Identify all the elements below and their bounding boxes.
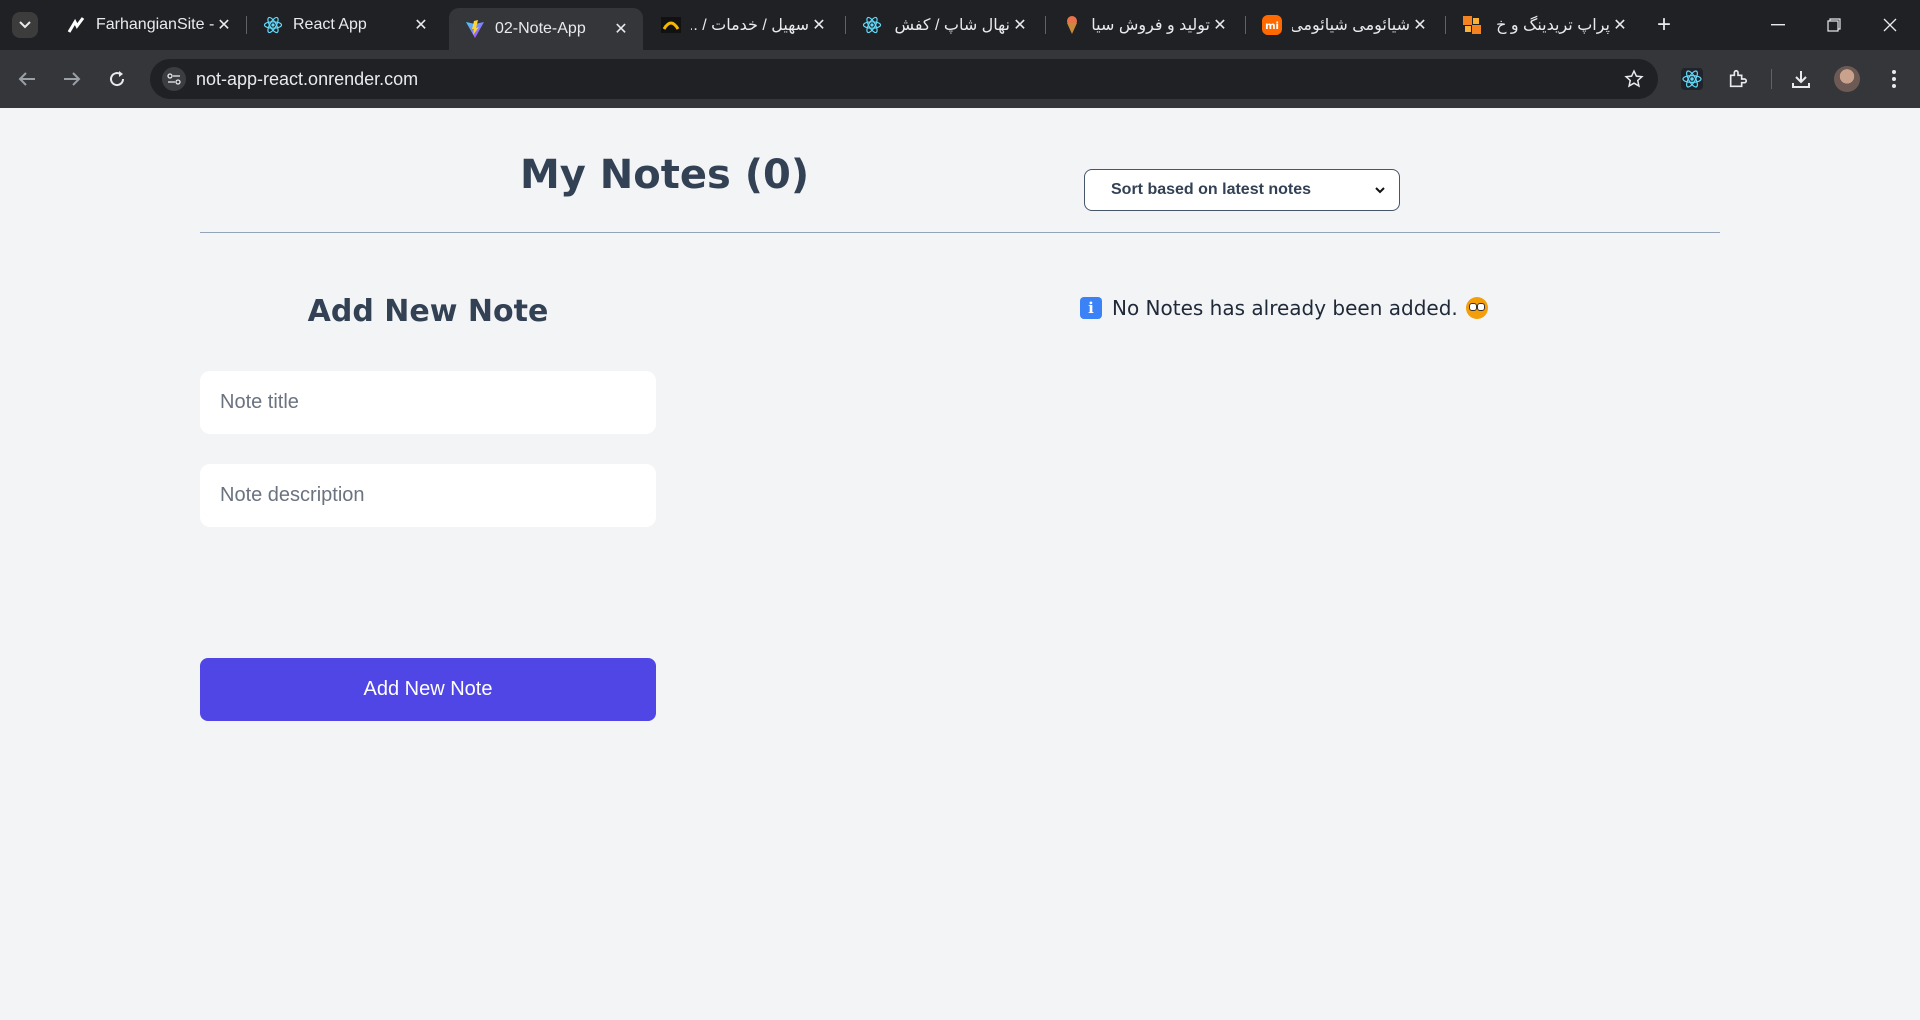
tab-note-app[interactable]: 02-Note-App ✕: [449, 8, 643, 50]
vite-icon: [465, 19, 485, 39]
close-window-button[interactable]: [1862, 0, 1918, 50]
close-tab-icon[interactable]: ✕: [411, 15, 431, 35]
close-tab-icon[interactable]: ✕: [809, 15, 829, 35]
forward-button[interactable]: [57, 64, 87, 94]
add-note-button[interactable]: Add New Note: [200, 658, 656, 721]
tab-title: نهال شاپ / کفش: [894, 17, 1010, 34]
close-tab-icon[interactable]: ✕: [1410, 15, 1430, 35]
extensions-puzzle-icon[interactable]: [1724, 65, 1752, 93]
tab-prop-trading[interactable]: پراپ تریدینگ و خ ✕: [1446, 8, 1642, 42]
info-icon: i: [1080, 297, 1102, 319]
tab-xiaomi[interactable]: mi شیائومی شیائومی ✕: [1246, 8, 1442, 42]
tab-title: شیائومی شیائومی: [1292, 17, 1410, 34]
tab-title: FarhangianSite -: [96, 16, 214, 33]
tab-react-app[interactable]: React App ✕: [247, 8, 443, 42]
tab-title: پراپ تریدینگ و خ: [1496, 17, 1610, 34]
tab-strip: FarhangianSite - ✕ React App ✕ 02-Note-A…: [0, 0, 1920, 50]
tab-title: سهیل / خدمات / ...: [691, 17, 809, 34]
close-tab-icon[interactable]: ✕: [1210, 15, 1230, 35]
chevron-down-icon: [19, 21, 31, 29]
tab-farhangian[interactable]: FarhangianSite - ✕: [50, 8, 246, 42]
close-tab-icon[interactable]: ✕: [1610, 15, 1630, 35]
downloads-icon[interactable]: [1787, 65, 1815, 93]
minimize-icon: [1771, 24, 1785, 26]
note-description-input[interactable]: [200, 464, 656, 527]
close-icon: [1883, 18, 1897, 32]
react-icon: [263, 15, 283, 35]
back-arrow-icon: [18, 72, 35, 86]
sort-select[interactable]: Sort based on latest notes: [1084, 169, 1400, 211]
tab-title: 02-Note-App: [495, 20, 586, 37]
react-devtools-icon[interactable]: [1678, 65, 1706, 93]
profile-avatar[interactable]: [1834, 66, 1860, 92]
reload-icon: [110, 71, 125, 87]
site-info-icon[interactable]: [162, 67, 186, 91]
note-title-input[interactable]: [200, 371, 656, 434]
close-tab-icon[interactable]: ✕: [611, 19, 631, 39]
url-text[interactable]: not-app-react.onrender.com: [196, 69, 418, 90]
sort-selected-value: Sort based on latest notes: [1111, 181, 1312, 198]
react-icon: [862, 15, 882, 35]
prop-icon: [1462, 15, 1482, 35]
restore-icon: [1827, 18, 1841, 32]
reload-button[interactable]: [102, 64, 132, 94]
svg-text:mi: mi: [1265, 21, 1279, 32]
chevron-down-icon: [1375, 187, 1385, 194]
close-tab-icon[interactable]: ✕: [214, 15, 234, 35]
tab-search-button[interactable]: [12, 12, 38, 38]
close-tab-icon[interactable]: ✕: [1010, 15, 1030, 35]
empty-notes-message: i No Notes has already been added.: [1080, 296, 1488, 320]
empty-message-text: No Notes has already been added.: [1112, 296, 1458, 320]
ice-cream-icon: [1062, 15, 1082, 35]
address-bar[interactable]: not-app-react.onrender.com: [150, 59, 1658, 99]
bookmark-star-icon[interactable]: [1622, 67, 1646, 91]
back-button[interactable]: [12, 64, 42, 94]
minimize-button[interactable]: [1750, 0, 1806, 50]
form-heading: Add New Note: [307, 294, 549, 329]
tab-title: React App: [293, 16, 367, 33]
page-title: My Notes (0): [520, 152, 810, 198]
page-content: My Notes (0) Sort based on latest notes …: [0, 108, 1920, 1020]
tab-soheil[interactable]: سهیل / خدمات / ... ✕: [645, 8, 841, 42]
toolbar-divider: [1771, 69, 1772, 89]
pleading-face-icon: [1465, 297, 1488, 319]
restore-button[interactable]: [1806, 0, 1862, 50]
browser-toolbar: not-app-react.onrender.com: [0, 50, 1920, 108]
browser-menu-icon[interactable]: [1880, 65, 1908, 93]
app-header: My Notes (0) Sort based on latest notes: [200, 108, 1720, 233]
soheil-icon: [661, 15, 681, 35]
add-note-form: Add New Note Add New Note: [200, 294, 656, 721]
tab-title: تولید و فروش سیا: [1092, 17, 1210, 34]
new-tab-button[interactable]: +: [1651, 11, 1677, 38]
mi-icon: mi: [1262, 15, 1282, 35]
farhangian-icon: [66, 15, 86, 35]
forward-arrow-icon: [64, 72, 81, 86]
tab-ice-cream[interactable]: تولید و فروش سیا ✕: [1046, 8, 1242, 42]
tab-nahal-shop[interactable]: نهال شاپ / کفش ✕: [846, 8, 1042, 42]
